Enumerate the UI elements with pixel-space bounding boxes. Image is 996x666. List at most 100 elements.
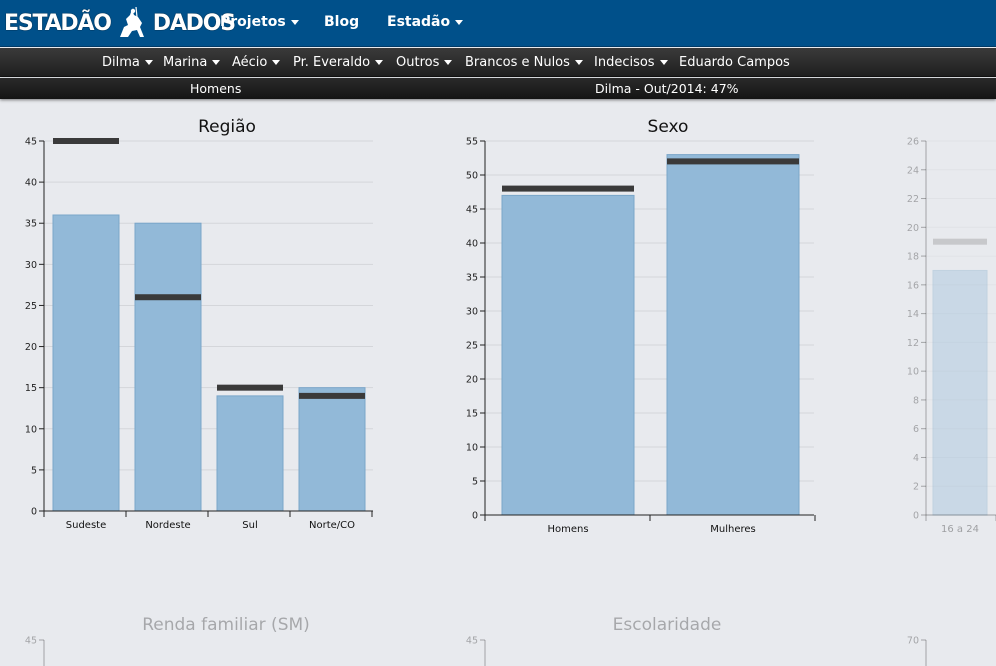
menu-label: Eduardo Campos [679, 55, 790, 70]
nav-projetos[interactable]: Projetos [220, 14, 299, 30]
menu-label: Aécio [232, 55, 268, 70]
info-bar: Homens Dilma - Out/2014: 47% [0, 78, 996, 99]
y-tick-label: 15 [466, 409, 478, 420]
logo-text-left: ESTADÃO [4, 10, 112, 36]
chart-title: Renda familiar (SM) [142, 615, 310, 635]
y-tick-label: 25 [466, 341, 478, 352]
charts-area: Região 0 5 10 15 20 25 30 35 40 45 Sudeste Nordeste S… [0, 100, 996, 666]
y-tick-label: 6 [913, 424, 919, 435]
menu-dilma[interactable]: Dilma [102, 55, 153, 70]
y-tick-label: 45 [25, 636, 37, 647]
y-tick-label: 24 [907, 165, 919, 176]
x-tick-label: 16 a 24 [941, 524, 979, 535]
y-tick-label: 20 [25, 342, 37, 353]
y-tick-label: 70 [907, 636, 919, 647]
bar [666, 154, 800, 516]
menu-aecio[interactable]: Aécio [232, 55, 281, 70]
menu-indecisos[interactable]: Indecisos [594, 55, 668, 70]
y-tick-label: 16 [907, 280, 919, 291]
nav-estadao[interactable]: Estadão [387, 14, 464, 30]
x-tick-label: Sudeste [66, 520, 106, 531]
y-tick-label: 8 [913, 395, 919, 406]
x-tick-label: Sul [242, 520, 257, 531]
y-tick-label: 10 [466, 443, 478, 454]
nav-estadao-label: Estadão [387, 14, 451, 30]
chart-title: Sexo [648, 117, 689, 137]
caret-down-icon [444, 60, 453, 65]
y-tick-label: 26 [907, 137, 919, 148]
y-tick-label: 10 [907, 367, 919, 378]
y-tick-label: 12 [907, 338, 919, 349]
menu-label: Indecisos [594, 55, 655, 70]
y-tick-label: 55 [466, 137, 478, 148]
y-tick-label: 40 [466, 239, 478, 250]
menu-brancos-nulos[interactable]: Brancos e Nulos [465, 55, 583, 70]
bar [298, 387, 366, 512]
y-tick-label: 20 [466, 375, 478, 386]
y-tick-label: 22 [907, 194, 919, 205]
y-tick-label: 25 [25, 301, 37, 312]
previous-value-marker [217, 384, 283, 391]
status-label: Dilma - Out/2014: 47% [595, 81, 739, 96]
filter-label: Homens [190, 81, 242, 96]
menu-outros[interactable]: Outros [396, 55, 453, 70]
menu-pr-everaldo[interactable]: Pr. Everaldo [293, 55, 384, 70]
y-tick-label: 0 [913, 511, 919, 522]
y-tick-label: 45 [466, 205, 478, 216]
top-navbar: ESTADÃO DADOS Projetos Blog Estadão [0, 0, 996, 47]
nav-projetos-label: Projetos [220, 14, 286, 30]
y-tick-label: 45 [25, 137, 37, 148]
nav-blog-label: Blog [324, 14, 360, 30]
bar [932, 269, 988, 516]
caret-down-icon [144, 60, 153, 65]
caret-down-icon [659, 60, 668, 65]
menu-marina[interactable]: Marina [163, 55, 221, 70]
caret-down-icon [272, 60, 281, 65]
y-tick-label: 15 [25, 383, 37, 394]
y-tick-label: 14 [907, 309, 919, 320]
chart-title: Região [198, 117, 256, 137]
menu-label: Outros [396, 55, 440, 70]
x-tick-label: Norte/CO [309, 520, 355, 531]
x-tick-label: Homens [547, 524, 588, 535]
charts-svg: Região051015202530354045Sudeste Nordeste S… [25, 117, 996, 666]
caret-down-icon [574, 60, 583, 65]
y-tick-label: 5 [472, 477, 478, 488]
previous-value-marker [502, 185, 634, 192]
previous-value-marker [299, 392, 365, 399]
caret-down-icon [455, 19, 464, 25]
menu-label: Dilma [102, 55, 140, 70]
y-tick-label: 30 [25, 260, 37, 271]
bar [501, 194, 635, 516]
previous-value-marker [933, 238, 987, 245]
x-tick-label: Nordeste [145, 520, 190, 531]
caret-down-icon [212, 60, 221, 65]
candidate-menu: Dilma Marina Aécio Pr. Everaldo Outros B… [0, 48, 996, 77]
previous-value-marker [667, 158, 799, 165]
caret-down-icon [375, 60, 384, 65]
y-tick-label: 10 [25, 424, 37, 435]
y-tick-label: 4 [913, 453, 919, 464]
y-tick-label: 0 [472, 511, 478, 522]
menu-label: Pr. Everaldo [293, 55, 371, 70]
estadao-dados-logo[interactable]: ESTADÃO DADOS [4, 3, 236, 43]
x-tick-label: Mulheres [710, 524, 756, 535]
bar [216, 395, 284, 512]
y-tick-label: 5 [31, 465, 37, 476]
y-tick-label: 45 [466, 636, 478, 647]
chart-title: Escolaridade [613, 615, 722, 635]
previous-value-marker [53, 138, 119, 144]
menu-label: Brancos e Nulos [465, 55, 570, 70]
bar [134, 222, 202, 512]
horseman-icon [113, 6, 150, 41]
y-tick-label: 35 [466, 273, 478, 284]
menu-label: Marina [163, 55, 208, 70]
y-tick-label: 30 [466, 307, 478, 318]
nav-blog[interactable]: Blog [324, 14, 359, 30]
y-tick-label: 40 [25, 178, 37, 189]
caret-down-icon [290, 19, 299, 25]
y-tick-label: 50 [466, 171, 478, 182]
y-tick-label: 0 [31, 507, 37, 518]
y-tick-label: 18 [907, 252, 919, 263]
menu-eduardo-campos[interactable]: Eduardo Campos [679, 55, 790, 70]
